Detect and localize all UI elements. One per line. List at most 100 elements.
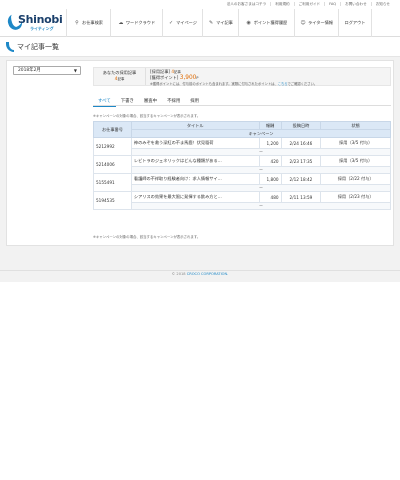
nav-writer-info[interactable]: ☺ ライター情報 — [294, 9, 338, 37]
summary-count-unit: 記事 — [117, 77, 125, 81]
campaign: ー — [130, 148, 392, 156]
article-title[interactable]: 看護師の不祥取り経験者向け：求人情報サイ… — [130, 173, 260, 185]
article-title[interactable]: レビトラのジェネリックはどんな種類がある… — [130, 155, 260, 167]
summary-details: [採用記事] 4記事 [獲得ポイント] 3,900P ※獲得ポイントには、付与前… — [150, 69, 390, 86]
status: 採用（3/5 付与） — [320, 155, 391, 167]
header-campaign: キャンペーン — [130, 129, 392, 138]
campaign-note-top: ※キャンペーンの対象の場合、該当するキャンペーンが表示されます。 — [93, 114, 201, 118]
top-links: 法人のお客さまはコチラ 利用規約 ご利用ガイド FAQ お問い合わせ お知らせ — [223, 2, 394, 6]
articles-table: お仕事番号 タイトル 報酬 投稿日時 状態 キャンペーン 5212992 神のみ… — [93, 121, 392, 210]
nav-label: ログアウト — [344, 20, 366, 25]
month-select-value: 2018年2月 — [18, 68, 41, 73]
points-note-text: ※獲得ポイントには、付与前のポイントも含まれます。実際に付与されたポイントは、 — [150, 81, 278, 86]
cloud-icon: ☁ — [118, 20, 124, 26]
status: 採用（3/5 付与） — [320, 137, 391, 149]
nav-label: ポイント獲得履歴 — [253, 20, 288, 25]
campaign: ー — [130, 184, 392, 192]
nav-logout[interactable]: ログアウト — [338, 9, 372, 37]
header-date: 投稿日時 — [280, 121, 322, 130]
reward: 1,800 — [258, 173, 282, 185]
status: 採用（2/22 付与） — [320, 173, 391, 185]
top-link-contact[interactable]: お問い合わせ — [341, 2, 372, 6]
reward: 480 — [258, 191, 282, 203]
table-row: 5155491 看護師の不祥取り経験者向け：求人情報サイ… 1,800 2/12… — [93, 173, 391, 192]
post-date: 2/11 13:59 — [280, 191, 322, 203]
main-nav: ⚲ お仕事検索 ☁ ワードクラウド ✓ マイページ ✎ マイ記事 ◉ ポイント獲… — [66, 9, 372, 37]
nav-label: お仕事検索 — [82, 20, 103, 25]
table-row: 5214006 レビトラのジェネリックはどんな種類がある… 420 2/23 1… — [93, 155, 391, 174]
job-id[interactable]: 5214006 — [93, 155, 132, 174]
post-date: 2/24 16:46 — [280, 137, 322, 149]
table-row-campaign: ー — [94, 148, 392, 156]
article-title[interactable]: 神のみぞを救う深紅の不ま馬鹿！伏見稲荷 — [130, 137, 260, 149]
job-id[interactable]: 5155491 — [93, 173, 132, 192]
table-row: 5194535 シアリスの効果を最大限に発揮する飲み方と… 480 2/11 1… — [93, 191, 391, 210]
adopted-label: [採用記事] — [150, 69, 171, 74]
status: 採用（2/23 付与） — [320, 191, 391, 203]
adopted-unit: 記事 — [174, 70, 181, 74]
footer: © 2018 CROCO CORPORATION. — [0, 272, 400, 281]
top-links-bar: 法人のお客さまはコチラ 利用規約 ご利用ガイド FAQ お問い合わせ お知らせ — [0, 0, 400, 9]
search-icon: ⚲ — [75, 20, 79, 26]
table-row-campaign: ー — [94, 202, 392, 210]
points-note-tail: でご確認ください。 — [287, 81, 318, 86]
chevron-down-icon: ▼ — [73, 68, 77, 73]
tabs-divider — [93, 105, 391, 106]
site-logo[interactable]: Shinobi ライティング — [5, 12, 64, 34]
job-id[interactable]: 5212992 — [93, 137, 132, 156]
nav-word-cloud[interactable]: ☁ ワードクラウド — [110, 9, 162, 37]
points-note: ※獲得ポイントには、付与前のポイントも含まれます。実際に付与されたポイントは、こ… — [150, 82, 390, 87]
site-header: Shinobi ライティング ⚲ お仕事検索 ☁ ワードクラウド ✓ マイページ… — [0, 9, 400, 37]
footer-divider — [0, 270, 400, 271]
nav-my-articles[interactable]: ✎ マイ記事 — [202, 9, 238, 37]
article-title[interactable]: シアリスの効果を最大限に発揮する飲み方と… — [130, 191, 260, 203]
table-row-campaign: ー — [94, 166, 392, 174]
user-icon: ☺ — [300, 20, 306, 26]
footer-copyright: © 2018 — [171, 272, 186, 276]
top-link-news[interactable]: お知らせ — [372, 2, 394, 6]
page-title-bar: マイ記事一覧 — [0, 37, 400, 57]
nav-label: ライター情報 — [308, 20, 333, 25]
summary-count-cell: あなたの採用記事 4記事 — [94, 68, 146, 85]
pen-icon: ✎ — [209, 20, 214, 26]
footer-corp[interactable]: CROCO CORPORATION. — [187, 272, 229, 276]
main-content: 2018年2月 ▼ あなたの採用記事 4記事 [採用記事] 4記事 [獲得ポイン… — [6, 60, 394, 246]
logo-subtitle: ライティング — [30, 26, 54, 31]
post-date: 2/23 17:35 — [280, 155, 322, 167]
campaign: ー — [130, 202, 392, 210]
coin-icon: ◉ — [246, 20, 251, 26]
month-select[interactable]: 2018年2月 ▼ — [13, 66, 81, 75]
nav-mypage[interactable]: ✓ マイページ — [162, 9, 202, 37]
top-link-guide[interactable]: ご利用ガイド — [295, 2, 326, 6]
table-row-campaign: ー — [94, 184, 392, 192]
page-title: マイ記事一覧 — [17, 43, 59, 51]
campaign-note-bottom: ※キャンペーンの対象の場合、該当するキャンペーンが表示されます。 — [93, 235, 201, 239]
table-row: 5212992 神のみぞを救う深紅の不ま馬鹿！伏見稲荷 1,200 2/24 1… — [93, 137, 391, 156]
points-note-link[interactable]: こちら — [278, 82, 288, 86]
nav-label: マイ記事 — [216, 20, 233, 25]
top-link-faq[interactable]: FAQ — [325, 2, 342, 6]
top-link-terms[interactable]: 利用規約 — [271, 2, 295, 6]
campaign: ー — [130, 166, 392, 174]
nav-job-search[interactable]: ⚲ お仕事検索 — [66, 9, 110, 37]
swoosh-icon — [6, 42, 14, 52]
post-date: 2/12 18:42 — [280, 173, 322, 185]
points-value: 3,900 — [179, 75, 197, 82]
header-reward: 報酬 — [258, 121, 282, 130]
top-link-corporate[interactable]: 法人のお客さまはコチラ — [223, 2, 272, 6]
page-bottom — [0, 282, 400, 480]
header-status: 状態 — [320, 121, 391, 130]
points-label: [獲得ポイント] — [150, 75, 179, 81]
mypage-icon: ✓ — [168, 20, 174, 26]
reward: 420 — [258, 155, 282, 167]
logo-text: Shinobi — [18, 13, 63, 26]
points-unit: P — [196, 76, 199, 81]
summary-box: あなたの採用記事 4記事 [採用記事] 4記事 [獲得ポイント] 3,900P … — [93, 67, 391, 86]
nav-label: マイページ — [176, 20, 197, 25]
header-job-id: お仕事番号 — [93, 121, 132, 138]
header-title: タイトル — [130, 121, 260, 130]
reward: 1,200 — [258, 137, 282, 149]
job-id[interactable]: 5194535 — [93, 191, 132, 210]
nav-point-history[interactable]: ◉ ポイント獲得履歴 — [238, 9, 294, 37]
nav-label: ワードクラウド — [125, 20, 156, 25]
